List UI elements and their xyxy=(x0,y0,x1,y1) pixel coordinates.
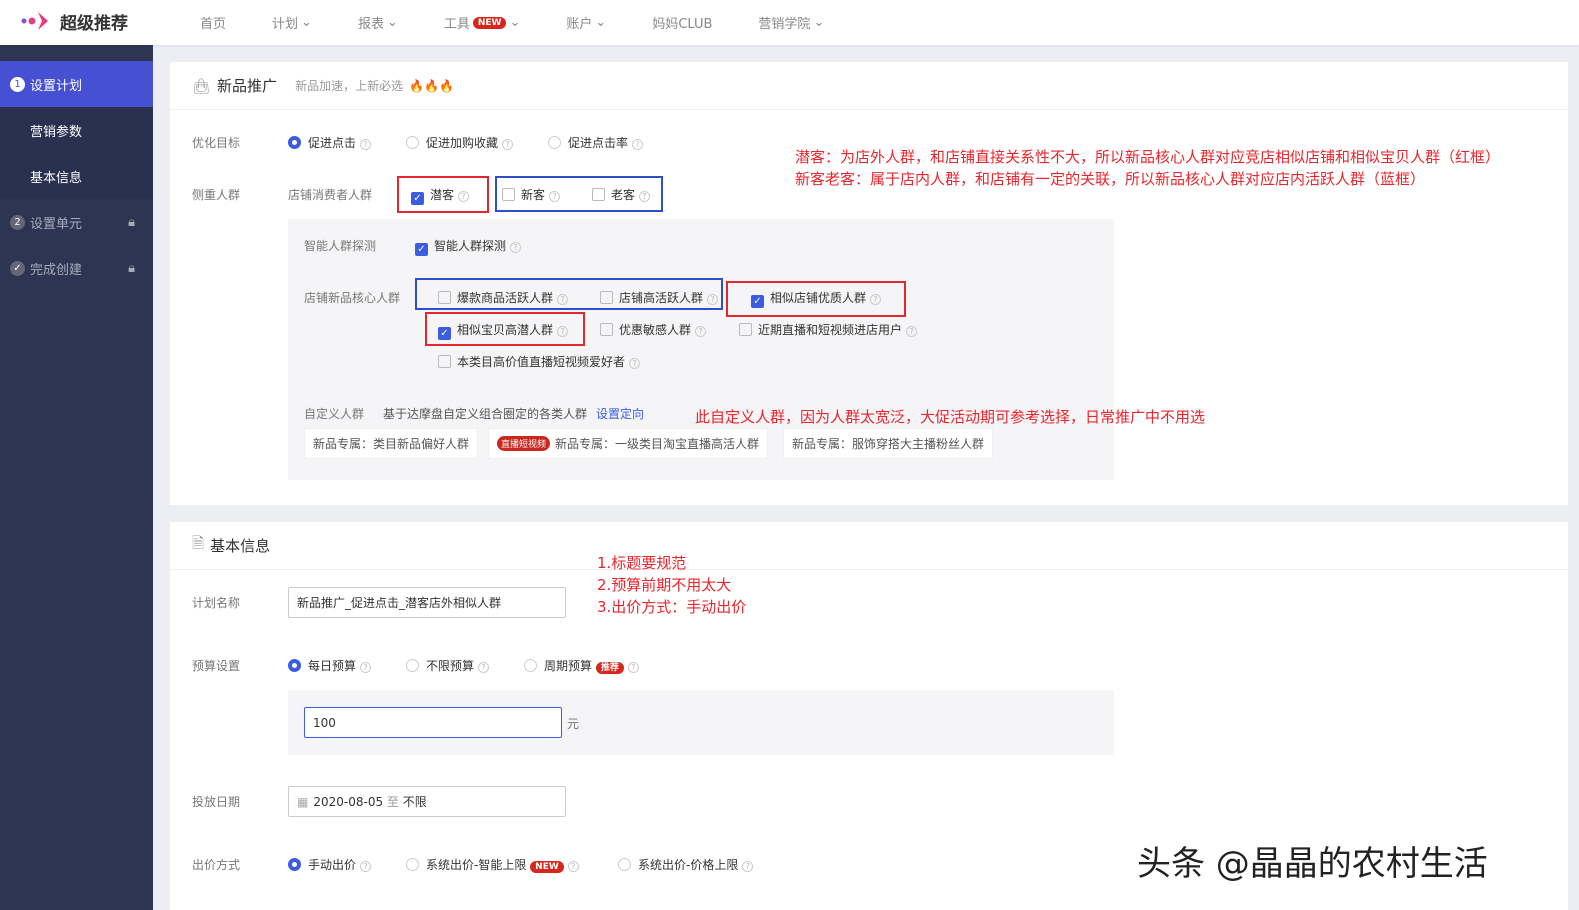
step-marketing-params[interactable]: 营销参数 xyxy=(0,107,153,153)
goal-cart-radio[interactable]: 促进加购收藏? xyxy=(406,134,514,151)
sidebar: 1 设置计划 营销参数 基本信息 2 设置单元 🔒︎ ✓ 完成创建 🔒︎ xyxy=(0,45,153,910)
main-nav: 首页 计划 ⌄ 报表 ⌄ 工具 NEW ⌄ 账户 ⌄ 妈妈CLUB 营销学院 ⌄ xyxy=(200,0,870,45)
logo[interactable]: 超级推荐 xyxy=(20,8,128,34)
set-targeting-link[interactable]: 设置定向 xyxy=(596,405,644,422)
nav-plan[interactable]: 计划 ⌄ xyxy=(272,13,312,32)
step-basic-info[interactable]: 基本信息 xyxy=(0,153,153,199)
step-setup-unit[interactable]: 2 设置单元 🔒︎ xyxy=(0,199,153,245)
annotation-text: 3.出价方式：手动出价 xyxy=(597,598,747,616)
goal-label: 优化目标 xyxy=(192,136,241,150)
budget-period-radio[interactable]: 周期预算 推荐? xyxy=(524,657,639,674)
annotation-red-box xyxy=(397,176,489,213)
annotation-text: 2.预算前期不用太大 xyxy=(597,576,732,594)
bid-manual-radio[interactable]: 手动出价? xyxy=(288,856,372,873)
annotation-text: 潜客：为店外人群，和店铺直接关系性不大，所以新品核心人群对应竞店相似店铺和相似宝… xyxy=(795,148,1501,166)
nav-academy[interactable]: 营销学院 ⌄ xyxy=(758,13,824,32)
nav-tools[interactable]: 工具 NEW ⌄ xyxy=(444,13,521,32)
core-label: 店铺新品核心人群 xyxy=(304,291,401,305)
crowd-label: 侧重人群 xyxy=(192,188,241,202)
logo-icon xyxy=(21,12,48,30)
smart-label: 智能人群探测 xyxy=(304,239,377,253)
watermark: 头条 @晶晶的农村生活 xyxy=(1137,844,1488,884)
fire-icon: 🔥🔥🔥 xyxy=(409,78,454,93)
chevron-down-icon: ⌄ xyxy=(301,15,312,30)
top-bar: 超级推荐 首页 计划 ⌄ 报表 ⌄ 工具 NEW ⌄ 账户 ⌄ 妈妈CLUB 营销学院 ⌄ xyxy=(0,0,1579,45)
plan-name-label: 计划名称 xyxy=(192,596,241,610)
goal-ctr-radio[interactable]: 促进点击率? xyxy=(548,134,644,151)
date-label: 投放日期 xyxy=(192,795,241,809)
step-setup-plan[interactable]: 1 设置计划 xyxy=(0,61,153,107)
budget-unit: 元 xyxy=(567,717,580,731)
document-icon: 🗎 xyxy=(192,534,205,552)
annotation-blue-box xyxy=(415,278,723,310)
custom-desc: 基于达摩盘自定义组合圈定的各类人群 xyxy=(383,407,588,421)
crowd-tag[interactable]: 直播短视频 新品专属：一级类目淘宝直播高活人群 xyxy=(488,428,769,459)
crowd-tag[interactable]: 新品专属：服饰穿搭大主播粉丝人群 xyxy=(783,428,994,459)
nav-home[interactable]: 首页 xyxy=(200,13,226,32)
nav-report[interactable]: 报表 ⌄ xyxy=(358,13,398,32)
live-badge: 直播短视频 xyxy=(497,436,551,451)
section-title: 基本信息 xyxy=(210,537,271,555)
annotation-text: 1.标题要规范 xyxy=(597,554,687,572)
bid-price-cap-radio[interactable]: 系统出价-价格上限? xyxy=(618,856,754,873)
chevron-down-icon: ⌄ xyxy=(813,15,825,30)
new-badge: NEW xyxy=(472,16,507,29)
annotation-red-box xyxy=(425,312,585,346)
budget-daily-radio[interactable]: 每日预算? xyxy=(288,657,372,674)
smart-checkbox[interactable]: ✓ 智能人群探测? xyxy=(415,237,522,256)
step-number: 1 xyxy=(10,76,25,92)
annotation-text: 此自定义人群，因为人群太宽泛，大促活动期可参考选择，日常推广中不用选 xyxy=(695,408,1206,426)
date-range-input[interactable]: ▦ 2020-08-05 至 不限 xyxy=(288,786,566,817)
annotation-text: 新客老客：属于店内人群，和店铺有一定的关联，所以新品核心人群对应店内活跃人群（蓝… xyxy=(795,170,1426,188)
bid-label: 出价方式 xyxy=(192,858,241,872)
goal-click-radio[interactable]: 促进点击? xyxy=(288,134,372,151)
bid-smart-radio[interactable]: 系统出价-智能上限 NEW? xyxy=(406,856,579,873)
check-icon: ✓ xyxy=(10,260,25,276)
lock-icon: 🔒︎ xyxy=(128,260,135,276)
nav-mama-club[interactable]: 妈妈CLUB xyxy=(652,13,712,32)
core-option-discount[interactable]: 优惠敏感人群? xyxy=(600,321,707,338)
chevron-down-icon: ⌄ xyxy=(509,15,521,30)
custom-label: 自定义人群 xyxy=(304,407,365,421)
budget-unlimited-radio[interactable]: 不限预算? xyxy=(406,657,490,674)
annotation-blue-box xyxy=(495,176,663,212)
logo-text: 超级推荐 xyxy=(60,13,128,34)
plan-name-input[interactable]: 新品推广_促进点击_潜客店外相似人群 xyxy=(288,587,566,618)
core-option-category[interactable]: 本类目高价值直播短视频爱好者? xyxy=(438,353,641,370)
annotation-red-box xyxy=(726,281,906,317)
section-subtitle: 新品加速，上新必选 xyxy=(295,79,404,93)
bag-icon: 👜︎ xyxy=(192,76,212,95)
recommend-badge: 推荐 xyxy=(595,662,624,674)
consumer-label: 店铺消费者人群 xyxy=(288,188,373,202)
crowd-tag[interactable]: 新品专属：类目新品偏好人群 xyxy=(304,428,479,459)
chevron-down-icon: ⌄ xyxy=(386,15,398,30)
core-option-live[interactable]: 近期直播和短视频进店用户? xyxy=(739,321,918,338)
budget-label: 预算设置 xyxy=(192,659,241,673)
lock-icon: 🔒︎ xyxy=(128,214,135,230)
section-title: 新品推广 xyxy=(217,77,278,95)
nav-account[interactable]: 账户 ⌄ xyxy=(566,13,606,32)
chevron-down-icon: ⌄ xyxy=(595,15,607,30)
budget-input[interactable]: 100 xyxy=(304,707,562,738)
step-complete[interactable]: ✓ 完成创建 🔒︎ xyxy=(0,245,153,291)
calendar-icon: ▦ xyxy=(297,794,309,809)
